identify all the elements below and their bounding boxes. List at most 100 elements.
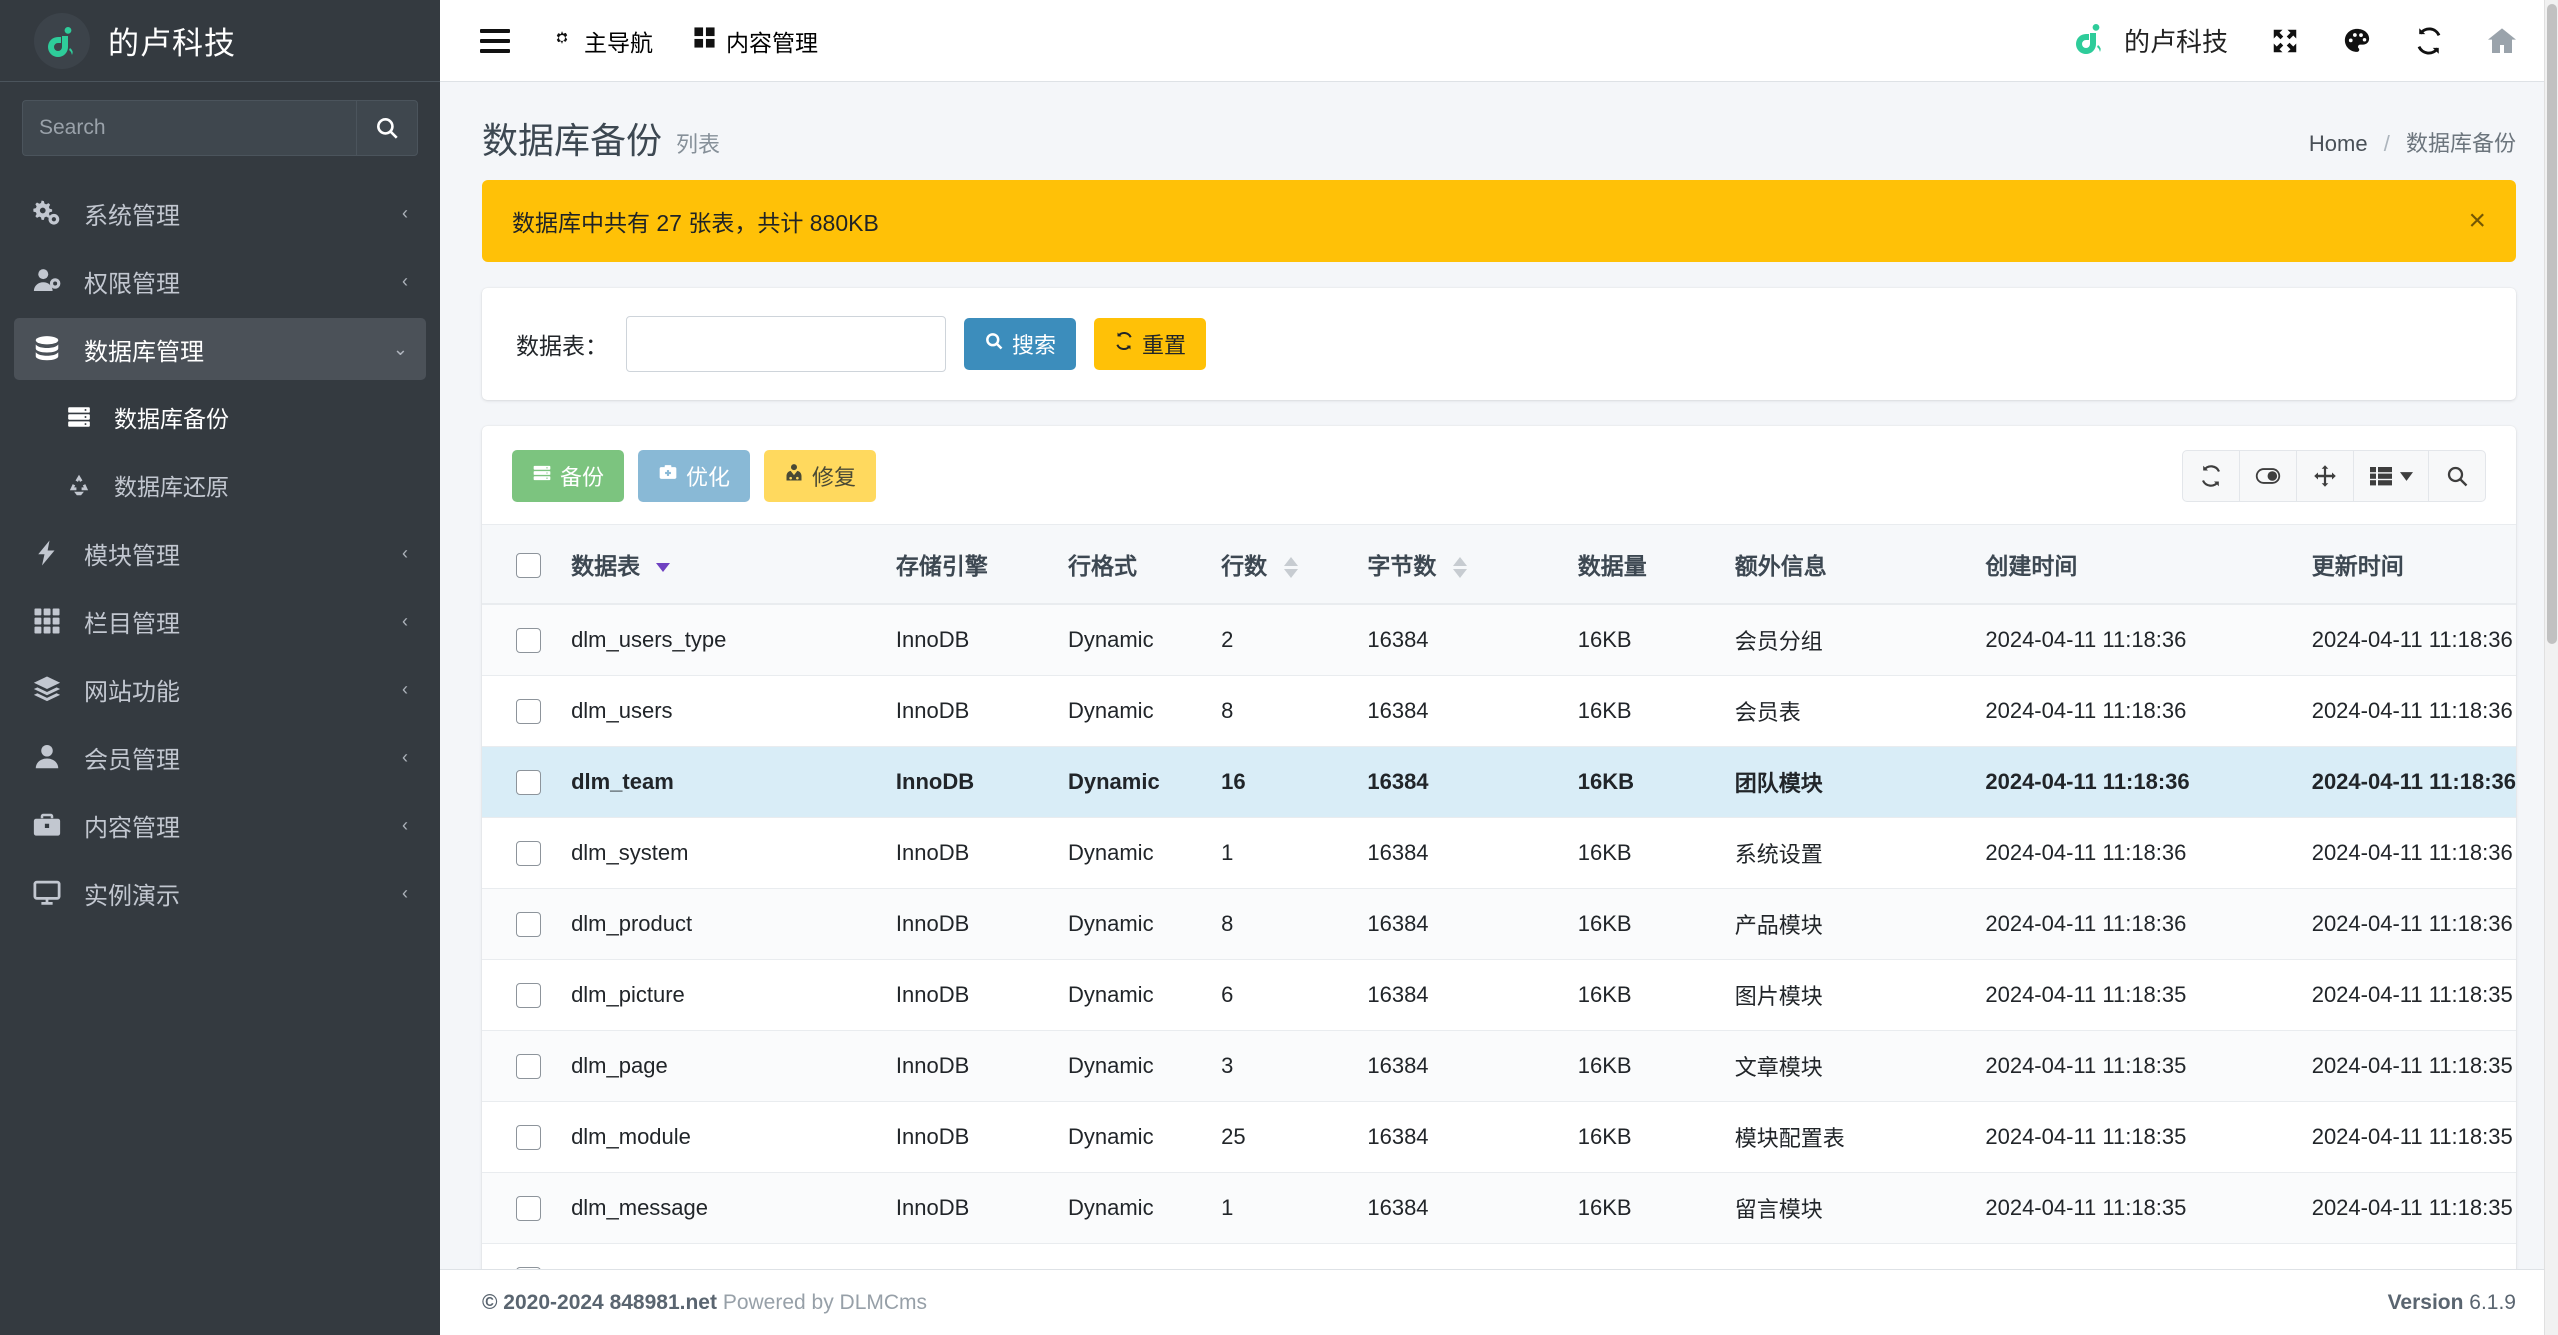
sidebar-item-system[interactable]: 系统管理 ‹ <box>14 182 426 244</box>
column-header-engine[interactable]: 存储引擎 <box>895 524 1068 605</box>
row-checkbox[interactable] <box>516 699 541 725</box>
row-checkbox-cell[interactable] <box>482 675 572 747</box>
chevron-left-icon: ‹ <box>402 814 408 835</box>
optimize-button[interactable]: 优化 <box>638 450 751 502</box>
hamburger-icon[interactable] <box>480 28 510 53</box>
row-checkbox-cell[interactable] <box>482 746 572 818</box>
row-checkbox-cell[interactable] <box>482 959 572 1031</box>
chevron-down-icon <box>2400 471 2413 481</box>
table-row[interactable]: dlm_message InnoDB Dynamic 1 16384 16KB 留言模块 20… <box>482 1172 2516 1244</box>
cell-updated: 2024-04-11 11:18:35 <box>2311 1243 2516 1269</box>
table-row[interactable]: dlm_picture InnoDB Dynamic 6 16384 16KB 图片模块 20… <box>482 959 2516 1031</box>
cell-engine: InnoDB <box>895 817 1068 889</box>
row-checkbox[interactable] <box>516 1125 541 1151</box>
footer-copyright: © 2020-2024 848981.net <box>482 1290 717 1314</box>
select-all-header <box>482 524 572 605</box>
row-checkbox[interactable] <box>516 628 541 654</box>
row-checkbox-cell[interactable] <box>482 817 572 889</box>
search-button[interactable]: 搜索 <box>964 318 1077 370</box>
datatable-search-input[interactable] <box>626 316 946 372</box>
sidebar-item-db-backup[interactable]: 数据库备份 <box>14 386 426 448</box>
scrollbar-thumb[interactable] <box>2547 4 2557 644</box>
table-row[interactable]: dlm_system InnoDB Dynamic 1 16384 16KB 系统设置 202… <box>482 817 2516 889</box>
fullscreen-move-icon[interactable] <box>2296 450 2354 502</box>
row-checkbox-cell[interactable] <box>482 1243 572 1269</box>
sidebar-item-members[interactable]: 会员管理 ‹ <box>14 726 426 788</box>
breadcrumb-home[interactable]: Home <box>2309 131 2368 156</box>
select-all-checkbox[interactable] <box>516 552 541 578</box>
row-checkbox-cell[interactable] <box>482 604 572 676</box>
column-header-size[interactable]: 数据量 <box>1577 524 1735 605</box>
toggle-icon[interactable] <box>2239 450 2297 502</box>
cell-format: Dynamic <box>1068 675 1222 747</box>
row-checkbox-cell[interactable] <box>482 1172 572 1244</box>
cell-extra: 图片模块 <box>1734 959 1986 1031</box>
expand-icon[interactable] <box>2270 26 2300 56</box>
cell-size: 16KB <box>1577 959 1735 1031</box>
row-checkbox[interactable] <box>516 912 541 938</box>
sidebar-item-permission[interactable]: 权限管理 ‹ <box>14 250 426 312</box>
cell-rows: 2 <box>1221 604 1368 676</box>
row-checkbox[interactable] <box>516 770 541 796</box>
home-icon[interactable] <box>2486 25 2518 57</box>
repair-button[interactable]: 修复 <box>764 450 877 502</box>
sidebar-item-label: 网站功能 <box>84 678 180 706</box>
table-row[interactable]: dlm_users InnoDB Dynamic 8 16384 16KB 会员表 2024-… <box>482 675 2516 747</box>
column-header-updated[interactable]: 更新时间 <box>2311 524 2516 605</box>
palette-icon[interactable] <box>2342 26 2372 56</box>
desktop-icon <box>32 878 70 908</box>
row-checkbox[interactable] <box>516 841 541 867</box>
topbar-brand[interactable]: 的卢科技 <box>2070 18 2228 63</box>
sidebar-item-content[interactable]: 内容管理 ‹ <box>14 794 426 856</box>
column-header-extra[interactable]: 额外信息 <box>1734 524 1986 605</box>
topbar-link-content[interactable]: 内容管理 <box>693 24 818 58</box>
row-checkbox-cell[interactable] <box>482 1030 572 1102</box>
column-header-bytes[interactable]: 字节数 <box>1367 524 1578 605</box>
backup-button[interactable]: 备份 <box>512 450 625 502</box>
refresh-icon[interactable] <box>2414 26 2444 56</box>
column-label: 额外信息 <box>1734 553 1827 579</box>
topbar-link-main-nav[interactable]: 主导航 <box>550 24 653 58</box>
search-icon[interactable] <box>2428 450 2486 502</box>
row-checkbox[interactable] <box>516 983 541 1009</box>
table-row[interactable]: dlm_module InnoDB Dynamic 25 16384 16KB 模块配置表 2… <box>482 1101 2516 1173</box>
column-header-format[interactable]: 行格式 <box>1068 524 1222 605</box>
cell-name: dlm_users_type <box>571 604 896 676</box>
grid-icon <box>693 26 716 55</box>
row-checkbox[interactable] <box>516 1054 541 1080</box>
sidebar-brand[interactable]: 的卢科技 <box>0 0 440 82</box>
search-button[interactable] <box>356 100 418 156</box>
row-checkbox-cell[interactable] <box>482 1101 572 1173</box>
close-icon[interactable]: × <box>2468 206 2486 236</box>
refresh-icon[interactable] <box>2182 450 2240 502</box>
columns-icon[interactable] <box>2353 450 2429 502</box>
sidebar-item-category[interactable]: 栏目管理 ‹ <box>14 590 426 652</box>
sidebar-item-demo[interactable]: 实例演示 ‹ <box>14 862 426 924</box>
table-row[interactable]: dlm_linkInnoDBDynamic31638416KB友情链接2024-… <box>482 1243 2516 1269</box>
column-header-name[interactable]: 数据表 <box>571 524 896 605</box>
column-label: 创建时间 <box>1985 553 2078 579</box>
table-row[interactable]: dlm_product InnoDB Dynamic 8 16384 16KB 产品模块 20… <box>482 888 2516 960</box>
sidebar-search <box>0 82 440 170</box>
sidebar-item-label: 会员管理 <box>84 746 180 774</box>
table-row[interactable]: dlm_page InnoDB Dynamic 3 16384 16KB 文章模块 2024-… <box>482 1030 2516 1102</box>
reset-button[interactable]: 重置 <box>1094 318 1207 370</box>
table-row[interactable]: dlm_users_type InnoDB Dynamic 2 16384 16KB 会员分… <box>482 604 2516 676</box>
footer-version-label: Version <box>2387 1290 2464 1314</box>
sidebar-item-label: 模块管理 <box>84 542 180 570</box>
cell-extra: 系统设置 <box>1734 817 1986 889</box>
table-body: dlm_users_type InnoDB Dynamic 2 16384 16KB 会员分… <box>482 604 2516 1269</box>
column-header-created[interactable]: 创建时间 <box>1985 524 2312 605</box>
sidebar-item-database[interactable]: 数据库管理 ⌄ <box>14 318 426 380</box>
row-checkbox[interactable] <box>516 1196 541 1222</box>
cell-rows: 16 <box>1221 746 1368 818</box>
search-input[interactable] <box>22 100 356 156</box>
cell-engine: InnoDB <box>895 959 1068 1031</box>
table-row[interactable]: dlm_team InnoDB Dynamic 16 16384 16KB 团队模块 2024… <box>482 746 2516 818</box>
page-scrollbar[interactable] <box>2544 0 2558 1335</box>
column-header-rows[interactable]: 行数 <box>1221 524 1368 605</box>
row-checkbox-cell[interactable] <box>482 888 572 960</box>
sidebar-item-module[interactable]: 模块管理 ‹ <box>14 522 426 584</box>
sidebar-item-db-restore[interactable]: 数据库还原 <box>14 454 426 516</box>
sidebar-item-website[interactable]: 网站功能 ‹ <box>14 658 426 720</box>
